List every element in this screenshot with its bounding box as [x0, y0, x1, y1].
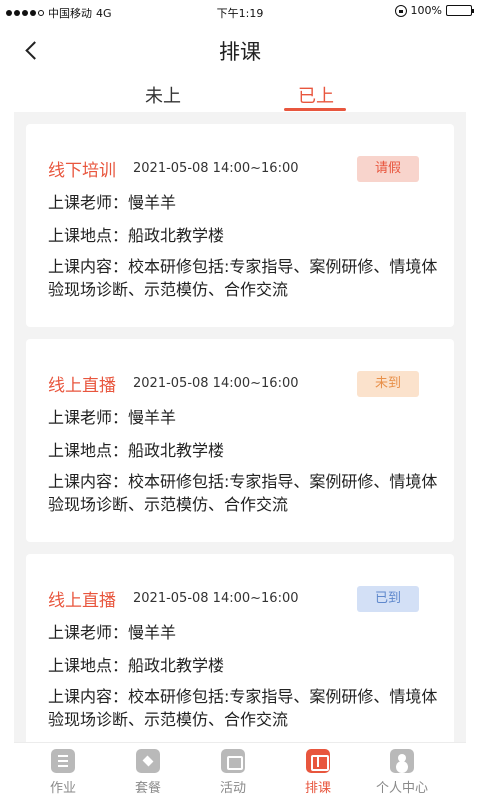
tab-bar: 未上 已上	[0, 78, 480, 112]
package-icon	[136, 749, 160, 773]
course-card[interactable]: 线上直播 2021-05-08 14:00~16:00 已到 上课老师：慢羊羊 …	[26, 554, 454, 742]
course-list[interactable]: 线下培训 2021-05-08 14:00~16:00 请假 上课老师：慢羊羊 …	[14, 112, 466, 742]
nav-item-schedule[interactable]: 排课	[283, 749, 353, 796]
page-title: 排课	[219, 40, 261, 64]
homework-icon	[51, 749, 75, 773]
schedule-icon	[306, 749, 330, 773]
tab-not-attended[interactable]: 未上	[145, 82, 181, 108]
course-location: 上课地点：船政北教学楼	[48, 656, 225, 675]
status-badge: 未到	[357, 371, 419, 397]
status-right: 100%	[394, 4, 474, 17]
course-time: 2021-05-08 14:00~16:00	[133, 591, 299, 606]
course-card[interactable]: 线上直播 2021-05-08 14:00~16:00 未到 上课老师：慢羊羊 …	[26, 339, 454, 542]
nav-label: 套餐	[134, 781, 161, 796]
course-teacher: 上课老师：慢羊羊	[48, 623, 177, 642]
course-time: 2021-05-08 14:00~16:00	[133, 376, 299, 391]
course-type: 线下培训	[48, 161, 116, 181]
course-card[interactable]: 线下培训 2021-05-08 14:00~16:00 请假 上课老师：慢羊羊 …	[26, 124, 454, 327]
course-teacher: 上课老师：慢羊羊	[48, 408, 177, 427]
tab-attended[interactable]: 已上	[298, 82, 334, 108]
course-content: 上课内容：校本研修包括:专家指导、案例研修、情境体验现场诊断、示范模仿、合作交流	[48, 472, 438, 514]
nav-label: 排课	[304, 781, 331, 796]
nav-item-profile[interactable]: 个人中心	[367, 749, 437, 796]
course-content: 上课内容：校本研修包括:专家指导、案例研修、情境体验现场诊断、示范模仿、合作交流	[48, 687, 438, 729]
nav-item-homework[interactable]: 作业	[28, 749, 98, 796]
course-content: 上课内容：校本研修包括:专家指导、案例研修、情境体验现场诊断、示范模仿、合作交流	[48, 257, 438, 299]
bottom-nav: 作业 套餐 活动 排课 个人中心	[14, 742, 466, 800]
profile-icon	[390, 749, 414, 773]
course-teacher: 上课老师：慢羊羊	[48, 193, 177, 212]
rotation-lock-icon	[394, 4, 407, 17]
course-time: 2021-05-08 14:00~16:00	[133, 161, 299, 176]
header: 排课	[0, 24, 480, 78]
nav-label: 作业	[49, 781, 76, 796]
battery-icon	[446, 5, 474, 16]
course-location: 上课地点：船政北教学楼	[48, 441, 225, 460]
status-badge: 请假	[357, 156, 419, 182]
status-badge: 已到	[357, 586, 419, 612]
active-tab-indicator	[284, 108, 346, 111]
nav-label: 个人中心	[375, 781, 428, 796]
nav-item-package[interactable]: 套餐	[113, 749, 183, 796]
status-bar: 中国移动 4G 下午1:19 100%	[0, 0, 480, 24]
battery-percent: 100%	[410, 4, 442, 17]
course-location: 上课地点：船政北教学楼	[48, 226, 225, 245]
activity-icon	[221, 749, 245, 773]
course-type: 线上直播	[48, 591, 116, 611]
nav-label: 活动	[219, 781, 246, 796]
nav-item-activity[interactable]: 活动	[198, 749, 268, 796]
course-type: 线上直播	[48, 376, 116, 396]
